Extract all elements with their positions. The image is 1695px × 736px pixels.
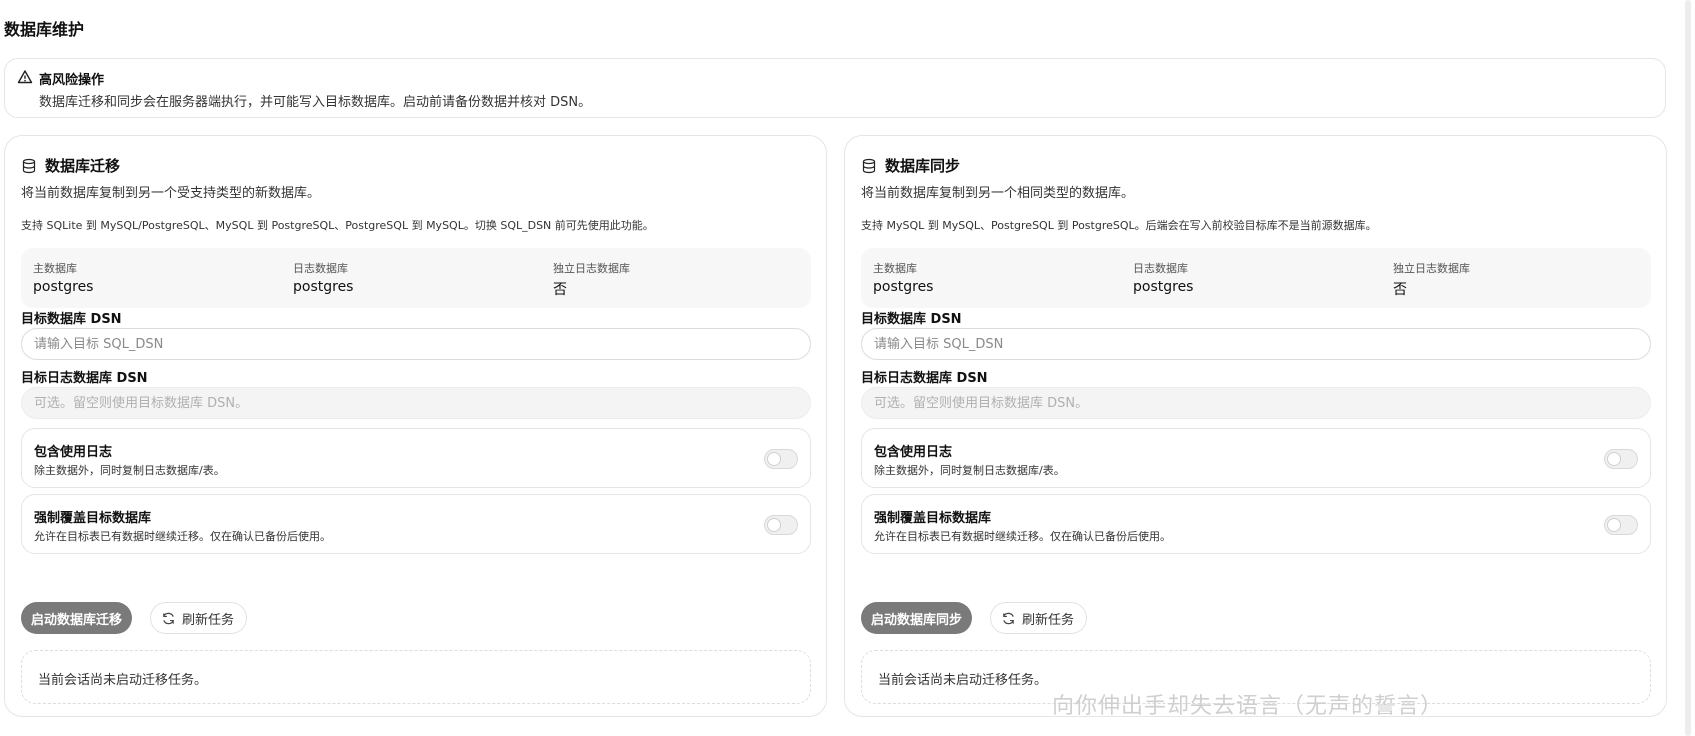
alert-description: 数据库迁移和同步会在服务器端执行，并可能写入目标数据库。启动前请备份数据并核对 … (39, 95, 592, 110)
migration-status-box: 当前会话尚未启动迁移任务。 (21, 650, 811, 704)
page-scrollbar[interactable] (1685, 0, 1691, 736)
database-icon (861, 158, 877, 174)
sync-card: 数据库同步 将当前数据库复制到另一个相同类型的数据库。 支持 MySQL 到 M… (844, 135, 1667, 717)
migration-info-panel: 主数据库 postgres 日志数据库 postgres 独立日志数据库否 (21, 248, 811, 308)
info-value: postgres (873, 279, 934, 295)
refresh-label: 刷新任务 (1022, 612, 1075, 628)
refresh-tasks-button[interactable]: 刷新任务 (150, 602, 248, 634)
target-log-dsn-input[interactable] (861, 387, 1651, 419)
status-text: 当前会话尚未启动迁移任务。 (38, 673, 208, 688)
refresh-tasks-button[interactable]: 刷新任务 (990, 602, 1088, 634)
target-dsn-label: 目标数据库 DSN (21, 312, 122, 327)
refresh-icon (161, 611, 176, 626)
info-value: postgres (293, 279, 354, 295)
option-title: 强制覆盖目标数据库 (34, 511, 152, 526)
option-description: 除主数据外，同时复制日志数据库/表。 (34, 464, 225, 477)
include-logs-toggle[interactable] (764, 449, 798, 469)
toggle-knob (1607, 518, 1621, 532)
start-migration-button[interactable]: 启动数据库迁移 (21, 602, 133, 634)
info-label: 主数据库 (873, 262, 917, 275)
sync-description: 将当前数据库复制到另一个相同类型的数据库。 (861, 186, 1135, 201)
force-overwrite-toggle[interactable] (764, 515, 798, 535)
migration-support-note: 支持 SQLite 到 MySQL/PostgreSQL、MySQL 到 Pos… (21, 219, 654, 232)
option-title: 包含使用日志 (34, 445, 113, 460)
sync-title: 数据库同步 (885, 157, 961, 175)
sync-support-note: 支持 MySQL 到 MySQL、PostgreSQL 到 PostgreSQL… (861, 219, 1377, 232)
toggle-knob (767, 518, 781, 532)
force-overwrite-toggle[interactable] (1604, 515, 1638, 535)
alert-title: 高风险操作 (39, 73, 105, 88)
target-dsn-label: 目标数据库 DSN (861, 312, 962, 327)
info-value: postgres (1133, 279, 1194, 295)
info-label: 日志数据库 (1133, 262, 1188, 275)
info-label: 独立日志数据库 (553, 262, 630, 275)
option-title: 强制覆盖目标数据库 (874, 511, 992, 526)
sync-info-panel: 主数据库 postgres 日志数据库 postgres 独立日志数据库否 (861, 248, 1651, 308)
refresh-icon (1001, 611, 1016, 626)
info-value: postgres (33, 279, 94, 295)
info-value: 否 (553, 282, 567, 298)
status-text: 当前会话尚未启动迁移任务。 (878, 673, 1048, 688)
force-overwrite-option: 强制覆盖目标数据库 允许在目标表已有数据时继续迁移。仅在确认已备份后使用。 (21, 494, 811, 554)
option-description: 除主数据外，同时复制日志数据库/表。 (874, 464, 1065, 477)
option-description: 允许在目标表已有数据时继续迁移。仅在确认已备份后使用。 (34, 530, 331, 543)
option-title: 包含使用日志 (874, 445, 953, 460)
migration-title: 数据库迁移 (45, 157, 121, 175)
target-dsn-input[interactable] (861, 328, 1651, 360)
info-label: 独立日志数据库 (1393, 262, 1470, 275)
migration-description: 将当前数据库复制到另一个受支持类型的新数据库。 (21, 186, 321, 201)
migration-card: 数据库迁移 将当前数据库复制到另一个受支持类型的新数据库。 支持 SQLite … (4, 135, 827, 717)
force-overwrite-option: 强制覆盖目标数据库 允许在目标表已有数据时继续迁移。仅在确认已备份后使用。 (861, 494, 1651, 554)
toggle-knob (767, 452, 781, 466)
toggle-knob (1607, 452, 1621, 466)
target-dsn-input[interactable] (21, 328, 811, 360)
risk-alert: 高风险操作 数据库迁移和同步会在服务器端执行，并可能写入目标数据库。启动前请备份… (4, 58, 1666, 118)
include-logs-option: 包含使用日志 除主数据外，同时复制日志数据库/表。 (861, 428, 1651, 488)
lyrics-overlay: 向你伸出手却失去语言（无声的誓言） (1052, 694, 1444, 719)
info-label: 日志数据库 (293, 262, 348, 275)
page-title: 数据库维护 (4, 20, 85, 39)
include-logs-toggle[interactable] (1604, 449, 1638, 469)
info-value: 否 (1393, 282, 1407, 298)
include-logs-option: 包含使用日志 除主数据外，同时复制日志数据库/表。 (21, 428, 811, 488)
option-description: 允许在目标表已有数据时继续迁移。仅在确认已备份后使用。 (874, 530, 1171, 543)
warning-triangle-icon (17, 69, 33, 85)
target-log-dsn-label: 目标日志数据库 DSN (21, 371, 148, 386)
target-log-dsn-label: 目标日志数据库 DSN (861, 371, 988, 386)
start-sync-button[interactable]: 启动数据库同步 (861, 602, 973, 634)
database-icon (21, 158, 37, 174)
target-log-dsn-input[interactable] (21, 387, 811, 419)
info-label: 主数据库 (33, 262, 77, 275)
refresh-label: 刷新任务 (182, 612, 235, 628)
